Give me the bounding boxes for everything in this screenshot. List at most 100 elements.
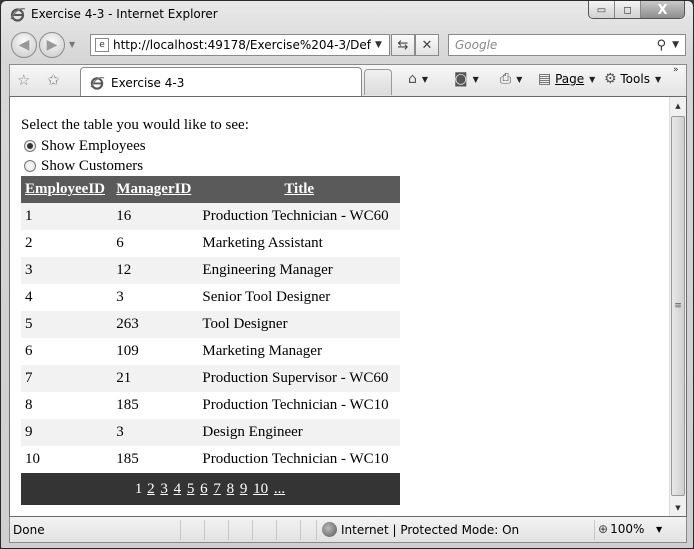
zoom-dropdown-icon[interactable]: ▼ [656, 525, 662, 534]
cell-title: Production Technician - WC60 [198, 203, 400, 230]
back-button[interactable]: ◀ [11, 32, 37, 58]
cell-title: Production Supervisor - WC60 [198, 365, 400, 392]
ie-logo-icon [10, 8, 26, 22]
table-row: 6 109 Marketing Manager [21, 338, 400, 365]
address-dropdown-icon[interactable]: ▼ [375, 40, 382, 50]
zoom-level: 100% [610, 522, 645, 536]
pager-link[interactable]: 10 [253, 481, 268, 497]
vertical-scrollbar[interactable]: ▲ ≡ ▼ [669, 97, 686, 516]
minimize-button[interactable]: ▭ [589, 1, 615, 18]
cell-employeeid: 2 [21, 230, 113, 257]
pager-link[interactable]: 7 [213, 481, 221, 497]
recent-pages-dropdown[interactable]: ▼ [69, 40, 75, 49]
cell-managerid: 3 [112, 419, 199, 446]
tools-menu[interactable]: ⚙ Tools ▼ [604, 71, 661, 87]
pager-current-page: 1 [134, 480, 143, 497]
search-icon[interactable]: ⚲ [657, 38, 667, 53]
globe-icon [322, 522, 337, 537]
status-divider [204, 520, 205, 540]
cell-managerid: 6 [112, 230, 199, 257]
cell-employeeid: 7 [21, 365, 113, 392]
new-tab-button[interactable] [364, 69, 392, 95]
cell-employeeid: 5 [21, 311, 113, 338]
table-row: 5 263 Tool Designer [21, 311, 400, 338]
search-input[interactable]: Google [449, 38, 657, 52]
table-row: 3 12 Engineering Manager [21, 257, 400, 284]
address-url[interactable]: http://localhost:49178/Exercise%204-3/De… [113, 38, 371, 52]
page-menu[interactable]: ▤ Page ▼ [538, 71, 595, 87]
pager-link[interactable]: 2 [147, 481, 155, 497]
more-commands-chevron-icon[interactable]: » [673, 65, 679, 75]
add-favorites-icon[interactable]: ✩ [47, 71, 60, 89]
radio-label-employees[interactable]: Show Employees [41, 138, 146, 155]
pager-link[interactable]: ... [274, 481, 285, 497]
print-button[interactable]: ⎙ ▼ [500, 71, 522, 87]
radio-button-employees[interactable] [24, 140, 36, 152]
pager-link[interactable]: 6 [200, 481, 208, 497]
back-arrow-icon: ◀ [18, 37, 30, 53]
cell-employeeid: 3 [21, 257, 113, 284]
stop-button[interactable]: ✕ [415, 34, 439, 56]
page-viewport: Select the table you would like to see: … [9, 96, 687, 517]
table-row: 1 16 Production Technician - WC60 [21, 203, 400, 230]
column-header-title: Title [198, 176, 400, 203]
scroll-down-arrow-icon[interactable]: ▼ [670, 499, 686, 516]
scroll-up-arrow-icon[interactable]: ▲ [670, 97, 686, 114]
printer-icon: ⎙ [500, 71, 512, 87]
print-dropdown-icon[interactable]: ▼ [516, 75, 522, 84]
pager-link[interactable]: 5 [187, 481, 195, 497]
search-dropdown-icon[interactable]: ▼ [672, 40, 679, 50]
stop-icon: ✕ [421, 37, 433, 53]
cell-employeeid: 4 [21, 284, 113, 311]
sort-employeeid-link[interactable]: EmployeeID [25, 181, 105, 197]
cell-managerid: 185 [112, 392, 199, 419]
pager-link[interactable]: 8 [227, 481, 235, 497]
cell-employeeid: 1 [21, 203, 113, 230]
zone-text: Internet | Protected Mode: On [341, 522, 520, 537]
table-row: 8 185 Production Technician - WC10 [21, 392, 400, 419]
radio-button-customers[interactable] [24, 160, 36, 172]
radio-show-customers[interactable]: Show Customers [21, 156, 400, 176]
cell-title: Marketing Manager [198, 338, 400, 365]
pager: 1 2 3 4 5 6 7 8 9 10 ... [21, 473, 400, 505]
rss-feed-icon: ◙ [454, 71, 468, 87]
status-divider [252, 520, 253, 540]
maximize-icon: ◻ [623, 4, 632, 16]
close-button[interactable]: X [641, 1, 684, 18]
search-box[interactable]: Google ⚲ ▼ [448, 34, 686, 56]
grip-icon: ≡ [674, 301, 682, 311]
pager-link[interactable]: 9 [240, 481, 248, 497]
sort-managerid-link[interactable]: ManagerID [116, 181, 191, 197]
scrollbar-thumb[interactable]: ≡ [671, 116, 685, 496]
maximize-button[interactable]: ◻ [615, 1, 641, 18]
forward-button[interactable]: ▶ [39, 32, 65, 58]
home-button[interactable]: ⌂ ▼ [408, 71, 428, 87]
zoom-control[interactable]: ⊕ 100% [598, 522, 644, 536]
favorites-star-icon[interactable]: ☆ [17, 71, 30, 89]
home-dropdown-icon[interactable]: ▼ [422, 75, 428, 84]
zoom-magnifier-icon: ⊕ [598, 522, 609, 536]
browser-window: Exercise 4-3 - Internet Explorer ▭ ◻ X ◀… [0, 0, 694, 549]
address-bar[interactable]: e http://localhost:49178/Exercise%204-3/… [90, 34, 390, 56]
cell-managerid: 16 [112, 203, 199, 230]
page-menu-label: Page [555, 72, 585, 86]
cell-title: Production Technician - WC10 [198, 392, 400, 419]
close-icon: X [657, 2, 668, 18]
refresh-button[interactable]: ⇆ [391, 34, 415, 56]
home-icon: ⌂ [408, 71, 417, 87]
pager-link[interactable]: 3 [160, 481, 168, 497]
cell-title: Design Engineer [198, 419, 400, 446]
radio-show-employees[interactable]: Show Employees [21, 136, 400, 156]
pager-row: 1 2 3 4 5 6 7 8 9 10 ... [21, 473, 400, 505]
page-content: Select the table you would like to see: … [21, 116, 400, 505]
table-row: 4 3 Senior Tool Designer [21, 284, 400, 311]
gear-icon: ⚙ [604, 71, 617, 87]
security-zone[interactable]: Internet | Protected Mode: On [322, 522, 519, 537]
pager-link[interactable]: 4 [174, 481, 182, 497]
page-icon: ▤ [538, 71, 552, 87]
sort-title-link[interactable]: Title [284, 181, 314, 197]
tab-exercise-4-3[interactable]: Exercise 4-3 [80, 67, 362, 97]
feeds-button[interactable]: ◙ ▼ [454, 71, 479, 87]
radio-label-customers[interactable]: Show Customers [41, 158, 143, 175]
feeds-dropdown-icon[interactable]: ▼ [473, 75, 479, 84]
